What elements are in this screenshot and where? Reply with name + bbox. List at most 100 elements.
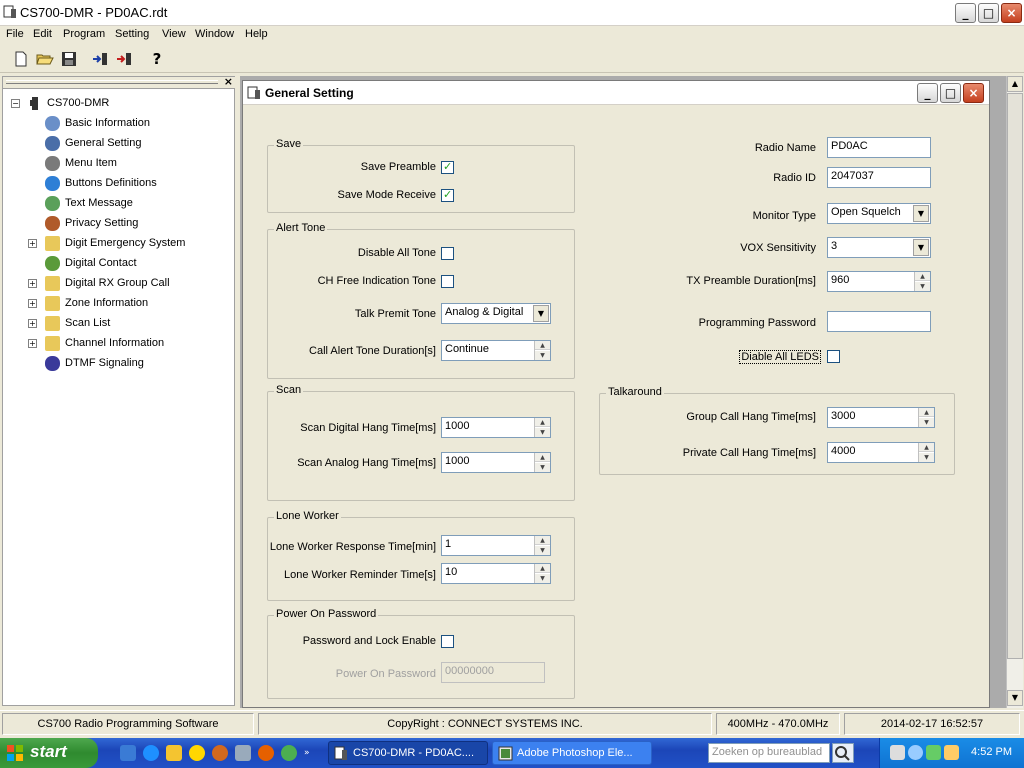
scroll-down-icon[interactable]: ▼ bbox=[1007, 690, 1023, 706]
menu-file[interactable]: File bbox=[6, 28, 24, 40]
ch-free-tone-checkbox[interactable] bbox=[441, 275, 454, 288]
desktop-search-button[interactable] bbox=[832, 743, 854, 763]
tree-item-label: Buttons Definitions bbox=[65, 177, 157, 189]
firefox-icon[interactable] bbox=[258, 745, 274, 761]
menu-setting[interactable]: Setting bbox=[115, 28, 149, 40]
tree-root-expander[interactable]: − bbox=[11, 99, 20, 108]
spin-up-icon[interactable]: ▲ bbox=[919, 408, 934, 417]
spin-down-icon[interactable]: ▼ bbox=[535, 351, 550, 360]
tray-app-icon[interactable] bbox=[944, 745, 959, 760]
scroll-up-icon[interactable]: ▲ bbox=[1007, 76, 1023, 92]
start-button[interactable]: start bbox=[0, 738, 98, 768]
tree-expander[interactable]: + bbox=[28, 319, 37, 328]
spin-down-icon[interactable]: ▼ bbox=[535, 546, 550, 555]
tx-preamble-spinner[interactable]: 960 ▲ ▼ bbox=[827, 271, 931, 292]
spin-down-icon[interactable]: ▼ bbox=[535, 574, 550, 583]
spin-up-icon[interactable]: ▲ bbox=[535, 536, 550, 545]
menu-edit[interactable]: Edit bbox=[33, 28, 52, 40]
scan-digital-spinner[interactable]: 1000 ▲ ▼ bbox=[441, 417, 551, 438]
chevron-down-icon[interactable]: ▼ bbox=[533, 305, 549, 322]
media-icon[interactable] bbox=[166, 745, 182, 761]
spin-down-icon[interactable]: ▼ bbox=[535, 428, 550, 437]
more-quicklaunch-icon[interactable]: » bbox=[304, 749, 314, 758]
save-mode-receive-checkbox[interactable]: ✓ bbox=[441, 188, 454, 202]
show-desktop-icon[interactable] bbox=[120, 745, 136, 761]
tree-expander[interactable]: + bbox=[28, 339, 37, 348]
menu-window[interactable]: Window bbox=[195, 28, 234, 40]
chevron-down-icon[interactable]: ▼ bbox=[913, 239, 929, 256]
tray-search-icon[interactable] bbox=[908, 745, 923, 760]
lone-worker-reminder-spinner[interactable]: 10 ▲ ▼ bbox=[441, 563, 551, 584]
save-disk-icon[interactable] bbox=[60, 50, 78, 68]
tree-expander[interactable]: + bbox=[28, 299, 37, 308]
group-call-hang-spinner[interactable]: 3000 ▲ ▼ bbox=[827, 407, 935, 428]
private-call-hang-label: Private Call Hang Time[ms] bbox=[682, 447, 816, 459]
radio-name-field[interactable]: PD0AC bbox=[827, 137, 931, 158]
password-lock-checkbox[interactable] bbox=[441, 635, 454, 648]
scan-group: Scan bbox=[267, 384, 575, 501]
scroll-thumb[interactable] bbox=[1007, 93, 1023, 659]
disable-all-tone-checkbox[interactable] bbox=[441, 247, 454, 260]
minimize-button[interactable]: _ bbox=[955, 3, 976, 23]
lone-worker-response-spinner[interactable]: 1 ▲ ▼ bbox=[441, 535, 551, 556]
save-preamble-checkbox[interactable]: ✓ bbox=[441, 160, 454, 174]
vertical-scrollbar[interactable]: ▲ ▼ bbox=[1006, 76, 1023, 708]
maximize-button[interactable]: □ bbox=[978, 3, 999, 23]
child-minimize-button[interactable]: _ bbox=[917, 83, 938, 103]
alert-tone-group-title: Alert Tone bbox=[274, 222, 328, 234]
document-icon bbox=[45, 116, 60, 131]
document-icon[interactable] bbox=[235, 745, 251, 761]
talk-permit-tone-select[interactable]: Analog & Digital ▼ bbox=[441, 303, 551, 324]
spin-down-icon[interactable]: ▼ bbox=[919, 453, 934, 462]
child-title-bar[interactable]: General Setting _ □ × bbox=[243, 81, 989, 105]
tree-close-button[interactable]: × bbox=[224, 75, 233, 88]
programming-password-field[interactable] bbox=[827, 311, 931, 332]
monitor-type-select[interactable]: Open Squelch ▼ bbox=[827, 203, 931, 224]
spin-up-icon[interactable]: ▲ bbox=[919, 443, 934, 452]
spin-down-icon[interactable]: ▼ bbox=[919, 418, 934, 427]
tree-header: × bbox=[3, 75, 236, 89]
spin-up-icon[interactable]: ▲ bbox=[535, 418, 550, 427]
spin-down-icon[interactable]: ▼ bbox=[535, 463, 550, 472]
messenger-icon[interactable] bbox=[189, 745, 205, 761]
open-folder-icon[interactable] bbox=[36, 50, 54, 68]
call-alert-duration-spinner[interactable]: Continue ▲ ▼ bbox=[441, 340, 551, 361]
task-photoshop[interactable]: Adobe Photoshop Ele... bbox=[492, 741, 652, 765]
spin-up-icon[interactable]: ▲ bbox=[535, 453, 550, 462]
spin-up-icon[interactable]: ▲ bbox=[535, 564, 550, 573]
programming-password-label: Programming Password bbox=[698, 317, 816, 329]
child-close-button[interactable]: × bbox=[963, 83, 984, 103]
help-icon[interactable]: ? bbox=[148, 50, 166, 68]
spin-down-icon[interactable]: ▼ bbox=[915, 282, 930, 291]
write-radio-icon[interactable] bbox=[116, 50, 134, 68]
scan-analog-spinner[interactable]: 1000 ▲ ▼ bbox=[441, 452, 551, 473]
spin-up-icon[interactable]: ▲ bbox=[915, 272, 930, 281]
internet-explorer-icon[interactable] bbox=[143, 745, 159, 761]
new-file-icon[interactable] bbox=[12, 50, 30, 68]
disable-leds-checkbox[interactable] bbox=[827, 350, 840, 363]
chrome-icon[interactable] bbox=[281, 745, 297, 761]
tree-expander[interactable]: + bbox=[28, 239, 37, 248]
child-maximize-button[interactable]: □ bbox=[940, 83, 961, 103]
scan-digital-label: Scan Digital Hang Time[ms] bbox=[300, 422, 436, 434]
menu-program[interactable]: Program bbox=[63, 28, 105, 40]
radio-id-field[interactable]: 2047037 bbox=[827, 167, 931, 188]
spin-up-icon[interactable]: ▲ bbox=[535, 341, 550, 350]
clock[interactable]: 4:52 PM bbox=[971, 746, 1012, 758]
network-icon[interactable] bbox=[890, 745, 905, 760]
spinner-arrows: ▲ ▼ bbox=[534, 536, 550, 555]
menu-help[interactable]: Help bbox=[245, 28, 268, 40]
chevron-down-icon[interactable]: ▼ bbox=[913, 205, 929, 222]
tree-item-label: Digital Contact bbox=[65, 257, 137, 269]
desktop-search-input[interactable]: Zoeken op bureaublad bbox=[708, 743, 830, 763]
tree-expander[interactable]: + bbox=[28, 279, 37, 288]
private-call-hang-spinner[interactable]: 4000 ▲ ▼ bbox=[827, 442, 935, 463]
read-radio-icon[interactable] bbox=[92, 50, 110, 68]
update-icon[interactable] bbox=[926, 745, 941, 760]
close-button[interactable]: × bbox=[1001, 3, 1022, 23]
vox-sensitivity-select[interactable]: 3 ▼ bbox=[827, 237, 931, 258]
title-bar[interactable]: CS700-DMR - PD0AC.rdt _ □ × bbox=[0, 0, 1024, 26]
app-quicklaunch-icon[interactable] bbox=[212, 745, 228, 761]
task-cs700[interactable]: CS700-DMR - PD0AC.... bbox=[328, 741, 488, 765]
menu-view[interactable]: View bbox=[162, 28, 186, 40]
